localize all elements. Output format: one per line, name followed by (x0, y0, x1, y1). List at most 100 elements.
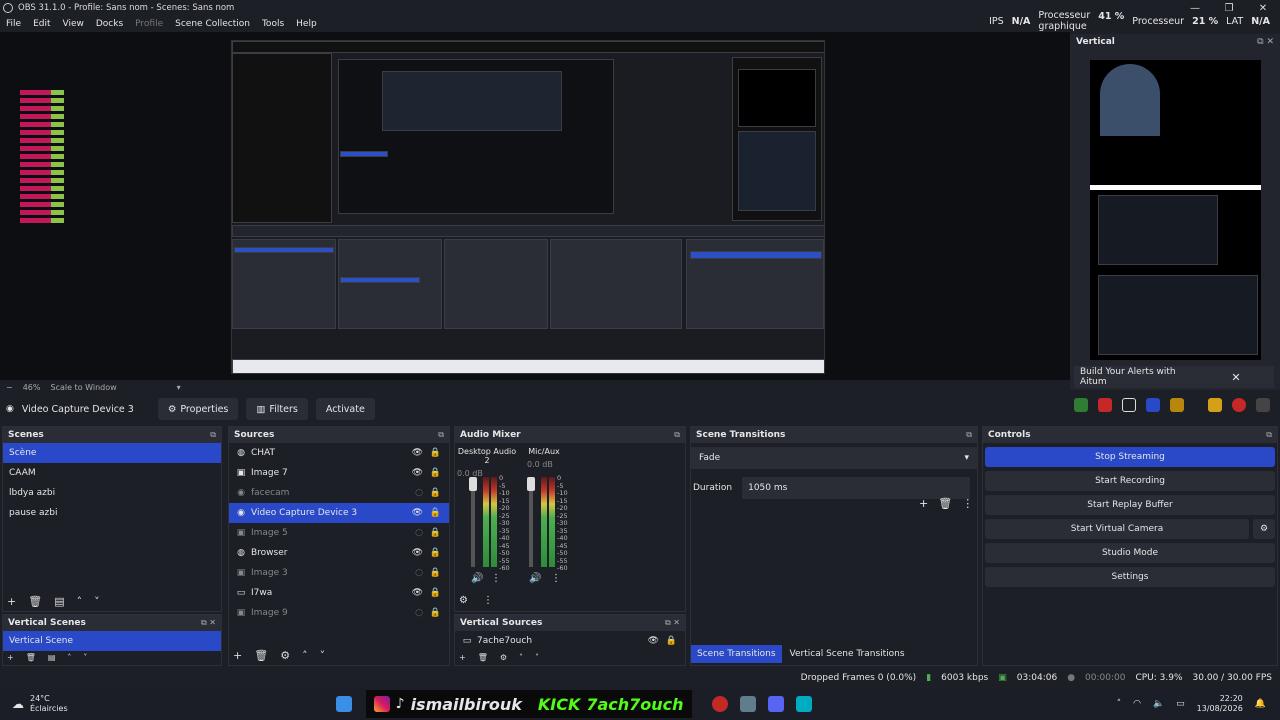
lock-icon[interactable]: 🔒 (430, 528, 441, 538)
wifi-icon[interactable]: ◠ (1133, 699, 1141, 709)
eye-icon[interactable]: ◌ (415, 568, 423, 578)
settings-taskbar-icon[interactable] (739, 696, 756, 712)
close-icon[interactable]: ⧉ ✕ (201, 618, 216, 628)
source-item[interactable]: ▣ Image 9 ◌ 🔒 (229, 603, 449, 623)
menu-profile[interactable]: Profile (129, 19, 169, 29)
heart-icon[interactable] (1232, 398, 1246, 412)
source-item[interactable]: ▣ Image 3 ◌ 🔒 (229, 563, 449, 583)
down-icon[interactable]: ˅ (94, 595, 100, 608)
eye-icon[interactable]: 👁 (412, 588, 423, 598)
undock-icon[interactable]: ⧉ (1266, 430, 1272, 440)
trash-icon[interactable]: 🗑 (254, 649, 268, 662)
close-icon[interactable]: ⧉ ✕ (665, 618, 680, 628)
speaker-icon[interactable]: 🔊 (529, 573, 541, 584)
more-icon[interactable]: ⋮ (551, 573, 561, 584)
undock-icon[interactable]: ⧉ (966, 430, 972, 440)
add-icon[interactable]: + (7, 595, 16, 608)
app-icon[interactable] (795, 696, 812, 712)
chevron-up-icon[interactable]: ˄ (1117, 699, 1122, 709)
menu-view[interactable]: View (57, 19, 90, 29)
eye-icon[interactable]: 👁 (412, 468, 423, 478)
menu-docks[interactable]: Docks (90, 19, 129, 29)
lock-icon[interactable]: 🔒 (430, 488, 441, 498)
trash-icon[interactable]: 🗑 (478, 653, 488, 662)
volume-icon[interactable]: 🔈 (1153, 699, 1164, 709)
eye-icon[interactable]: ◌ (415, 488, 423, 498)
zoom-out-button[interactable]: − (6, 383, 13, 392)
activate-button[interactable]: Activate (315, 398, 375, 420)
lock-icon[interactable]: 🔒 (430, 568, 441, 578)
lock-icon[interactable]: 🔒 (430, 548, 441, 558)
settings-button[interactable]: Settings (985, 567, 1275, 587)
more-icon[interactable]: ⋮ (962, 497, 973, 510)
discord-icon[interactable] (767, 696, 784, 712)
source-item[interactable]: ◍ CHAT 👁 🔒 (229, 443, 449, 463)
volume-knob[interactable] (527, 477, 535, 491)
eye-icon[interactable]: 👁 (648, 636, 659, 646)
alerts-close-button[interactable]: ✕ (1198, 366, 1274, 388)
eye-icon[interactable]: ◌ (415, 528, 423, 538)
source-item[interactable]: ▣ Image 7 👁 🔒 (229, 463, 449, 483)
filter-icon[interactable]: ▤ (54, 595, 64, 608)
eye-icon[interactable]: 👁 (412, 508, 423, 518)
mixer-menu-icon[interactable]: ⋮ (483, 595, 493, 606)
source-item[interactable]: ◍ Browser 👁 🔒 (229, 543, 449, 563)
start-recording-button[interactable]: Start Recording (985, 471, 1275, 491)
undock-icon[interactable]: ⧉ (210, 430, 216, 440)
alerts-dock[interactable]: Build Your Alerts with Aitum (1074, 366, 1198, 388)
record-icon[interactable] (1074, 398, 1088, 412)
add-icon[interactable]: + (7, 653, 14, 662)
battery-icon[interactable]: ▭ (1176, 699, 1185, 709)
menu-scene-collection[interactable]: Scene Collection (169, 19, 256, 29)
add-icon[interactable]: + (459, 653, 466, 662)
menu-help[interactable]: Help (290, 19, 323, 29)
add-icon[interactable]: + (233, 649, 242, 662)
lock-icon[interactable]: 🔒 (666, 636, 677, 646)
more-icon[interactable]: ⋮ (491, 573, 501, 584)
menu-tools[interactable]: Tools (256, 19, 290, 29)
menu-file[interactable]: File (0, 19, 27, 29)
trash-icon[interactable]: 🗑 (938, 497, 952, 510)
eye-icon[interactable]: 👁 (412, 548, 423, 558)
down-icon[interactable]: ˅ (535, 653, 539, 662)
lock-icon[interactable]: 🔒 (430, 448, 441, 458)
sync-icon[interactable] (1146, 398, 1160, 412)
filter-icon[interactable]: ▤ (48, 653, 56, 662)
gear-icon[interactable]: ⚙ (500, 653, 507, 662)
stop-icon[interactable] (1098, 398, 1112, 412)
clock[interactable]: 22:20 13/08/2026 (1197, 694, 1243, 714)
lock-icon[interactable]: 🔒 (430, 508, 441, 518)
up-icon[interactable]: ˄ (77, 595, 83, 608)
gear-icon[interactable]: ⚙ (280, 649, 290, 662)
speaker-icon[interactable]: 🔊 (471, 573, 483, 584)
source-item[interactable]: ◉ facecam ◌ 🔒 (229, 483, 449, 503)
scene-item[interactable]: pause azbi (3, 503, 221, 523)
zoom-mode[interactable]: Scale to Window (50, 383, 116, 392)
square-icon[interactable] (1122, 398, 1136, 412)
studio-mode-button[interactable]: Studio Mode (985, 543, 1275, 563)
scene-item[interactable]: lbdya azbi (3, 483, 221, 503)
vertical-preview[interactable] (1090, 60, 1261, 360)
vertical-undock-icon[interactable]: ⧉ ✕ (1257, 37, 1274, 47)
undock-icon[interactable]: ⧉ (438, 430, 444, 440)
filters-button[interactable]: ▥ Filters (246, 398, 308, 420)
lock-icon[interactable]: 🔒 (430, 608, 441, 618)
vertical-scene-item[interactable]: Vertical Scene (3, 631, 221, 651)
up-icon[interactable]: ˄ (67, 653, 71, 662)
up-icon[interactable]: ˄ (519, 653, 523, 662)
up-icon[interactable]: ˄ (302, 649, 308, 662)
eye-icon[interactable]: ◌ (415, 608, 423, 618)
add-icon[interactable]: + (919, 497, 928, 510)
bell-icon[interactable]: 🔔 (1255, 699, 1266, 709)
source-item[interactable]: ▣ Image 5 ◌ 🔒 (229, 523, 449, 543)
virtual-camera-gear-icon[interactable]: ⚙ (1253, 519, 1275, 539)
transition-select[interactable]: Fade ▾ (691, 447, 977, 469)
mixer-settings-icon[interactable]: ⚙ (459, 595, 468, 606)
properties-button[interactable]: ⚙ Properties (157, 398, 239, 420)
scene-item[interactable]: CAAM (3, 463, 221, 483)
start-replay-buffer-button[interactable]: Start Replay Buffer (985, 495, 1275, 515)
down-icon[interactable]: ˅ (320, 649, 326, 662)
windows-start-icon[interactable] (335, 696, 352, 712)
vertical-source-item[interactable]: ▭ 7ache7ouch 👁 🔒 (455, 631, 685, 651)
menu-edit[interactable]: Edit (27, 19, 56, 29)
